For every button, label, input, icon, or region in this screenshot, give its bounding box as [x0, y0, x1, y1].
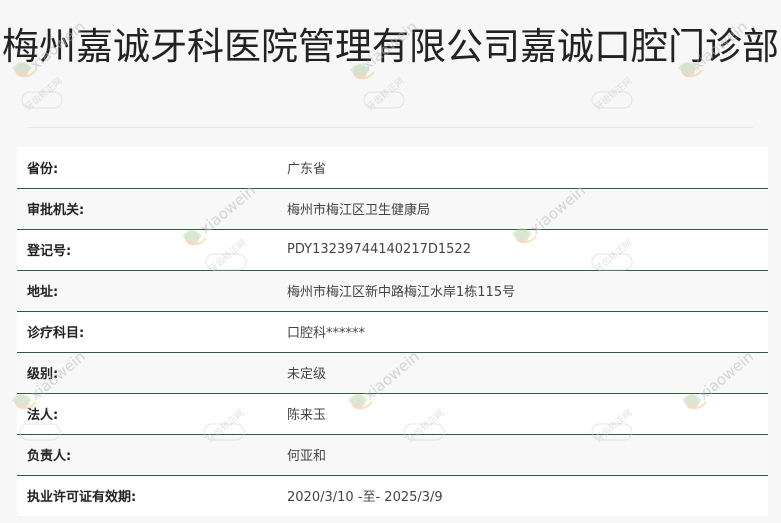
row-label-registration-number: 登记号:: [17, 229, 277, 271]
row-value-legal-person: 陈来玉: [277, 393, 768, 435]
row-value-level: 未定级: [277, 352, 768, 394]
table-row: 省份: 广东省: [17, 147, 768, 189]
row-value-address: 梅州市梅江区新中路梅江水岸1栋115号: [277, 270, 768, 312]
row-value-person-in-charge: 何亚和: [277, 434, 768, 476]
row-label-license-validity: 执业许可证有效期:: [17, 475, 277, 516]
row-label-approval-authority: 审批机关:: [17, 188, 277, 230]
watermark-subtext: 牙齿矫正网: [593, 76, 635, 113]
row-label-province: 省份:: [17, 147, 277, 189]
row-value-approval-authority: 梅州市梅江区卫生健康局: [277, 188, 768, 230]
row-value-province: 广东省: [277, 147, 768, 189]
page: 梅州嘉诚牙科医院管理有限公司嘉诚口腔门诊部 省份: 广东省 审批机关: 梅州市梅…: [0, 0, 781, 523]
row-label-address: 地址:: [17, 270, 277, 312]
clinic-info-table: 省份: 广东省 审批机关: 梅州市梅江区卫生健康局 登记号: PDY132397…: [17, 147, 768, 516]
table-row: 诊疗科目: 口腔科******: [17, 311, 768, 353]
table-row: 级别: 未定级: [17, 352, 768, 394]
row-value-registration-number: PDY13239744140217D1522: [277, 229, 768, 271]
row-label-level: 级别:: [17, 352, 277, 394]
table-row: 执业许可证有效期: 2020/3/10 -至- 2025/3/9: [17, 475, 768, 516]
table-row: 审批机关: 梅州市梅江区卫生健康局: [17, 188, 768, 230]
row-label-departments: 诊疗科目:: [17, 311, 277, 353]
row-value-license-validity: 2020/3/10 -至- 2025/3/9: [277, 475, 768, 516]
row-value-departments: 口腔科******: [277, 311, 768, 353]
table-row: 登记号: PDY13239744140217D1522: [17, 229, 768, 271]
page-title: 梅州嘉诚牙科医院管理有限公司嘉诚口腔门诊部: [2, 25, 779, 68]
row-label-legal-person: 法人:: [17, 393, 277, 435]
table-row: 法人: 陈来玉: [17, 393, 768, 435]
title-divider: [28, 127, 753, 128]
watermark-subtext: 牙齿矫正网: [365, 76, 407, 113]
watermark-subtext: 牙齿矫正网: [23, 76, 65, 113]
table-row: 地址: 梅州市梅江区新中路梅江水岸1栋115号: [17, 270, 768, 312]
row-label-person-in-charge: 负责人:: [17, 434, 277, 476]
table-row: 负责人: 何亚和: [17, 434, 768, 476]
